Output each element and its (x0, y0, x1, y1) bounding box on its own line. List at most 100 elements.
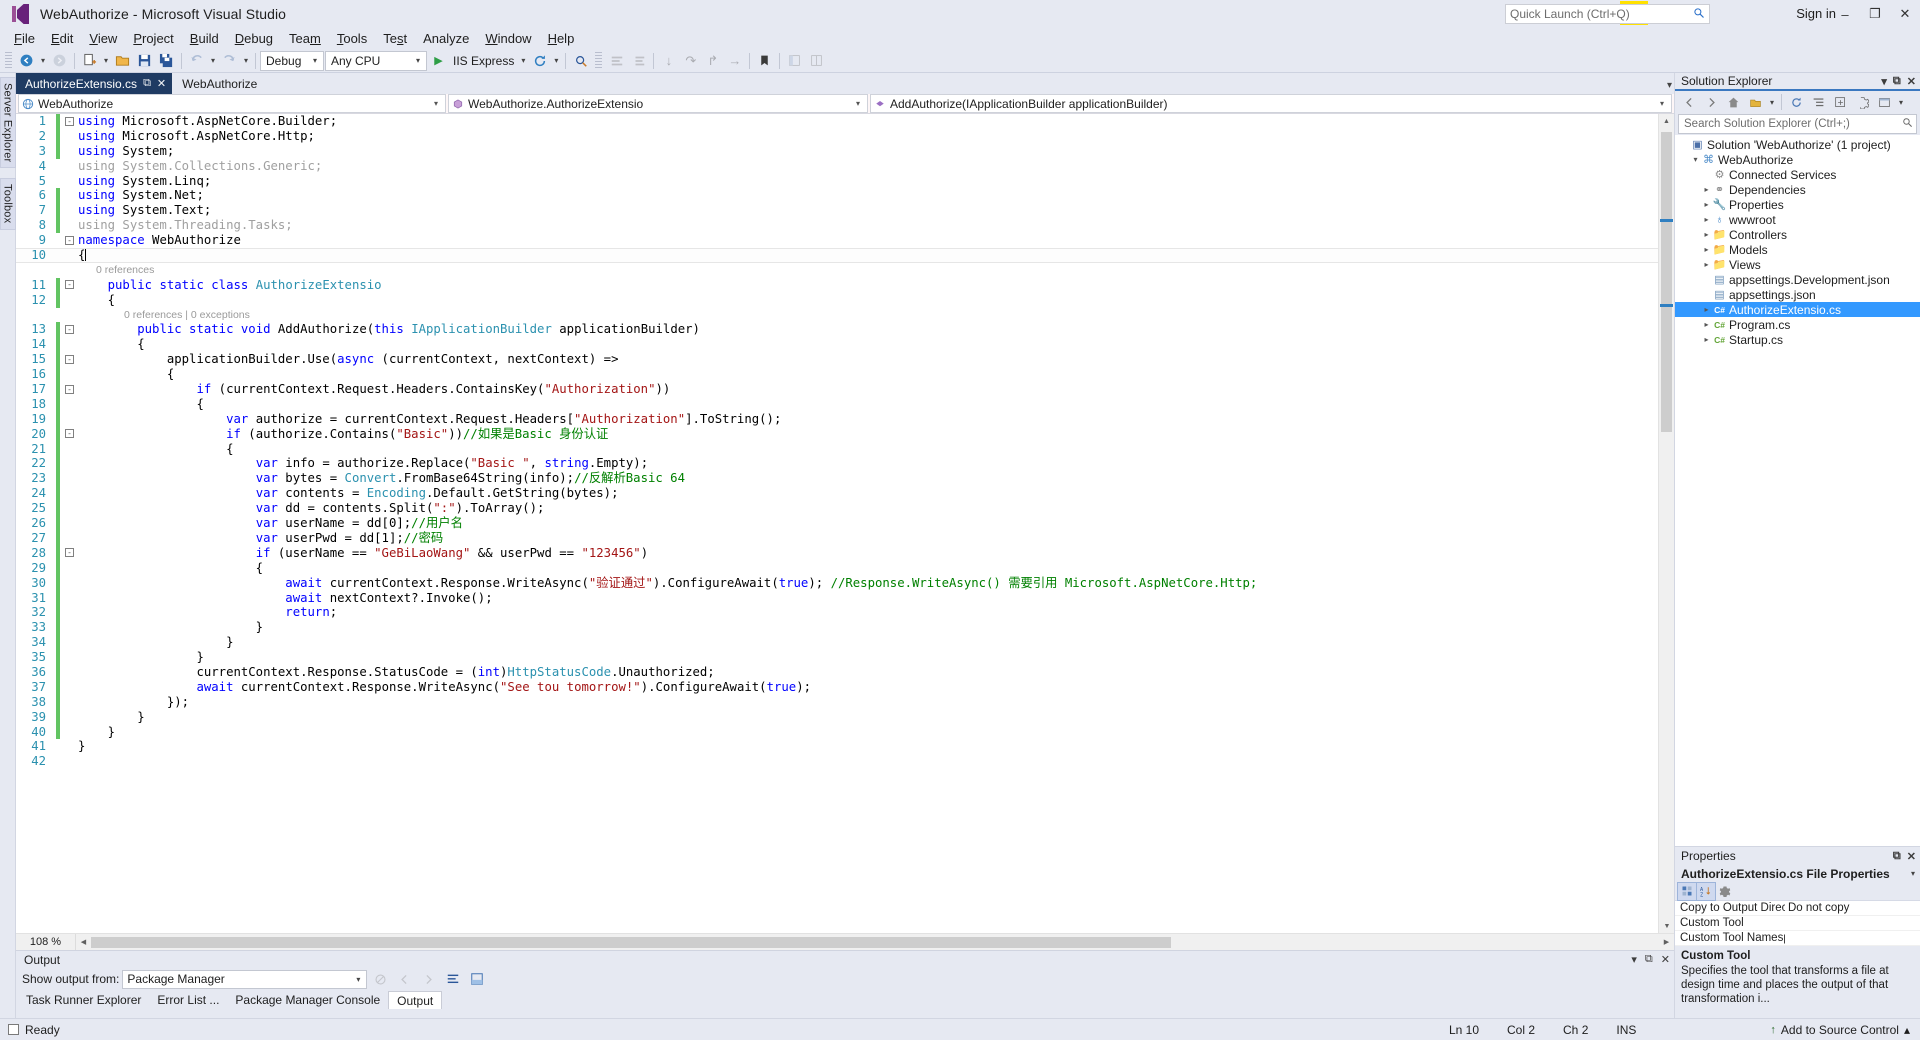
code-line[interactable]: 18 { (16, 397, 1658, 412)
menu-edit[interactable]: Edit (43, 29, 81, 48)
tree-expander-icon[interactable]: ▸ (1701, 215, 1712, 224)
code-line[interactable]: 14 { (16, 337, 1658, 352)
properties-grid[interactable]: Copy to Output DirectoDo not copyCustom … (1675, 901, 1920, 946)
navigate-forward-icon[interactable] (49, 50, 70, 71)
quick-launch-input[interactable]: Quick Launch (Ctrl+Q) (1505, 4, 1710, 24)
menu-project[interactable]: Project (125, 29, 181, 48)
alphabetical-view-icon[interactable]: AZ (1697, 883, 1715, 900)
categorized-view-icon[interactable] (1678, 883, 1696, 900)
tree-expander-icon[interactable]: ▸ (1701, 230, 1712, 239)
menu-tools[interactable]: Tools (329, 29, 375, 48)
fold-margin[interactable] (64, 367, 76, 382)
code-line[interactable]: 13- public static void AddAuthorize(this… (16, 322, 1658, 337)
solution-configuration-combo[interactable]: Debug ▾ (260, 51, 324, 71)
glyph-margin[interactable] (46, 203, 64, 218)
tree-expander-icon[interactable]: ▸ (1701, 320, 1712, 329)
new-project-icon[interactable] (79, 50, 100, 71)
fold-margin[interactable] (64, 397, 76, 412)
menu-file[interactable]: File (6, 29, 43, 48)
menu-build[interactable]: Build (182, 29, 227, 48)
toolbox-panel-icon[interactable] (784, 50, 805, 71)
glyph-margin[interactable] (46, 352, 64, 367)
start-debugging-icon[interactable]: ▶ (428, 50, 449, 71)
navigate-backward-icon[interactable] (16, 50, 37, 71)
fold-margin[interactable] (64, 516, 76, 531)
glyph-margin[interactable] (46, 739, 64, 754)
fold-margin[interactable] (64, 531, 76, 546)
tree-item-wwwroot[interactable]: ▸♁wwwroot (1675, 212, 1920, 227)
output-source-combo[interactable]: Package Manager ▾ (122, 970, 367, 989)
glyph-margin[interactable] (46, 635, 64, 650)
glyph-margin[interactable] (46, 471, 64, 486)
code-line[interactable]: 25 var dd = contents.Split(":").ToArray(… (16, 501, 1658, 516)
navbar-project-combo[interactable]: WebAuthorize ▾ (18, 94, 446, 113)
code-line[interactable]: 6using System.Net; (16, 188, 1658, 203)
glyph-margin[interactable] (46, 605, 64, 620)
glyph-margin[interactable] (46, 591, 64, 606)
fold-margin[interactable] (64, 471, 76, 486)
menu-view[interactable]: View (81, 29, 125, 48)
search-icon[interactable] (1902, 117, 1913, 131)
bottom-tab-task-runner-explorer[interactable]: Task Runner Explorer (18, 991, 149, 1009)
output-nav-forward-icon[interactable] (418, 969, 439, 990)
chevron-down-icon[interactable]: ▾ (309, 56, 321, 65)
glyph-margin[interactable] (46, 218, 64, 233)
fold-margin[interactable] (64, 561, 76, 576)
code-line[interactable]: 24 var contents = Encoding.Default.GetSt… (16, 486, 1658, 501)
property-row[interactable]: Custom Tool Namespa (1675, 931, 1920, 946)
tab-overflow-icon[interactable]: ▾ (1667, 80, 1672, 91)
se-preview-icon[interactable] (1874, 92, 1895, 113)
glyph-margin[interactable] (46, 427, 64, 442)
menu-analyze[interactable]: Analyze (415, 29, 477, 48)
fold-margin[interactable] (64, 159, 76, 174)
glyph-margin[interactable] (46, 412, 64, 427)
collapse-icon[interactable]: - (65, 548, 74, 557)
code-line[interactable]: 1-using Microsoft.AspNetCore.Builder; (16, 114, 1658, 129)
code-line[interactable]: 32 return; (16, 605, 1658, 620)
navbar-type-combo[interactable]: WebAuthorize.AuthorizeExtensio ▾ (448, 94, 868, 113)
glyph-margin[interactable] (46, 397, 64, 412)
code-line[interactable]: 31 await nextContext?.Invoke(); (16, 591, 1658, 606)
glyph-margin[interactable] (46, 129, 64, 144)
glyph-margin[interactable] (46, 442, 64, 457)
properties-close-icon[interactable]: ✕ (1907, 850, 1916, 863)
code-line[interactable]: 40 } (16, 725, 1658, 740)
fold-margin[interactable] (64, 144, 76, 159)
fold-margin[interactable] (64, 620, 76, 635)
toggle-output-window-icon[interactable] (466, 969, 487, 990)
glyph-margin[interactable] (46, 546, 64, 561)
code-line[interactable]: 20- if (authorize.Contains("Basic"))//如果… (16, 427, 1658, 442)
code-line[interactable]: 23 var bytes = Convert.FromBase64String(… (16, 471, 1658, 486)
chevron-down-icon[interactable]: ▾ (412, 56, 424, 65)
tree-expander-icon[interactable]: ▸ (1701, 305, 1712, 314)
code-line[interactable]: 30 await currentContext.Response.WriteAs… (16, 576, 1658, 591)
fold-margin[interactable] (64, 218, 76, 233)
glyph-margin[interactable] (46, 561, 64, 576)
glyph-margin[interactable] (46, 293, 64, 308)
chevron-down-icon[interactable]: ▾ (429, 99, 443, 108)
tree-expander-icon[interactable]: ▸ (1701, 260, 1712, 269)
property-row[interactable]: Copy to Output DirectoDo not copy (1675, 901, 1920, 916)
code-line[interactable]: 5using System.Linq; (16, 174, 1658, 189)
property-row[interactable]: Custom Tool (1675, 916, 1920, 931)
menu-window[interactable]: Window (477, 29, 539, 48)
undo-dropdown[interactable]: ▾ (208, 56, 218, 65)
fold-margin[interactable]: - (64, 382, 76, 397)
tree-item-dependencies[interactable]: ▸⚭Dependencies (1675, 182, 1920, 197)
code-line[interactable]: 9-namespace WebAuthorize (16, 233, 1658, 248)
se-dropdown-icon[interactable]: ▾ (1881, 75, 1887, 88)
open-file-icon[interactable] (112, 50, 133, 71)
se-more-dropdown[interactable]: ▾ (1896, 98, 1906, 107)
glyph-margin[interactable] (46, 576, 64, 591)
se-views-dropdown[interactable]: ▾ (1767, 98, 1777, 107)
scroll-up-arrow[interactable]: ▲ (1659, 114, 1674, 128)
collapse-icon[interactable]: - (65, 429, 74, 438)
tab-webauthorize[interactable]: WebAuthorize (172, 73, 267, 94)
fold-margin[interactable] (64, 695, 76, 710)
output-close-icon[interactable]: ✕ (1661, 953, 1670, 966)
fold-margin[interactable] (64, 248, 76, 263)
tree-item-views[interactable]: ▸📁Views (1675, 257, 1920, 272)
toolbar-grip-2[interactable] (595, 52, 602, 70)
glyph-margin[interactable] (46, 725, 64, 740)
code-line[interactable]: 38 }); (16, 695, 1658, 710)
